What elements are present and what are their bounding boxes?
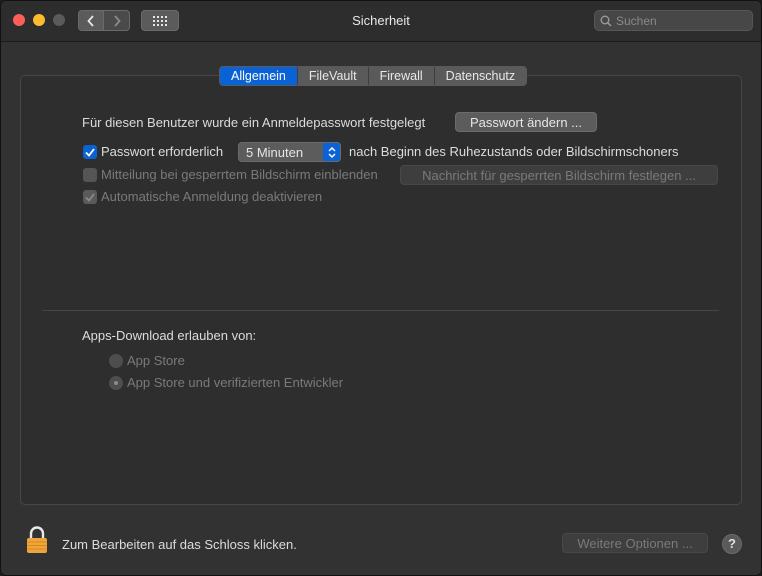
password-delay-popup[interactable]: 5 Minuten xyxy=(238,142,341,162)
require-password-label: Passwort erforderlich xyxy=(101,144,224,159)
advanced-options-button[interactable]: Weitere Optionen ... xyxy=(562,533,708,553)
radio-app-store-verified-label: App Store und verifizierten Entwickler xyxy=(127,375,344,390)
show-message-checkbox[interactable] xyxy=(83,168,97,182)
title-bar: Sicherheit xyxy=(1,1,761,42)
section-divider xyxy=(42,310,719,311)
padlock-icon xyxy=(27,526,47,553)
disable-auto-login-checkbox[interactable] xyxy=(83,190,97,204)
radio-app-store-label: App Store xyxy=(127,353,185,368)
disable-auto-login-label: Automatische Anmeldung deaktivieren xyxy=(101,189,323,204)
search-input[interactable] xyxy=(616,13,736,28)
preferences-window: Sicherheit Allgemein FileVault Firewall … xyxy=(0,0,762,576)
set-lock-message-button[interactable]: Nachricht für gesperrten Bildschirm fest… xyxy=(400,165,718,185)
search-field[interactable] xyxy=(594,10,753,31)
popup-stepper-icon xyxy=(323,143,340,161)
require-password-suffix: nach Beginn des Ruhezustands oder Bildsc… xyxy=(349,144,679,159)
search-icon xyxy=(600,15,612,27)
show-message-label: Mitteilung bei gesperrtem Bildschirm ein… xyxy=(101,167,378,182)
tab-filevault[interactable]: FileVault xyxy=(296,67,368,85)
tab-content-panel xyxy=(20,75,742,505)
password-set-text: Für diesen Benutzer wurde ein Anmeldepas… xyxy=(82,115,426,130)
apps-download-heading: Apps-Download erlauben von: xyxy=(82,328,257,343)
change-password-button[interactable]: Passwort ändern ... xyxy=(455,112,597,132)
tab-bar: Allgemein FileVault Firewall Datenschutz xyxy=(219,66,528,86)
radio-app-store[interactable] xyxy=(109,354,123,368)
checkmark-icon xyxy=(85,192,95,202)
radio-app-store-verified[interactable] xyxy=(109,376,123,390)
tab-firewall[interactable]: Firewall xyxy=(367,67,434,85)
tab-datenschutz[interactable]: Datenschutz xyxy=(433,67,527,85)
checkmark-icon xyxy=(85,147,95,157)
lock-hint-text: Zum Bearbeiten auf das Schloss klicken. xyxy=(62,537,297,552)
require-password-checkbox[interactable] xyxy=(83,145,97,159)
password-delay-value: 5 Minuten xyxy=(246,145,304,160)
tab-allgemein[interactable]: Allgemein xyxy=(220,67,297,85)
lock-button[interactable] xyxy=(26,526,48,557)
help-button[interactable]: ? xyxy=(722,534,742,554)
